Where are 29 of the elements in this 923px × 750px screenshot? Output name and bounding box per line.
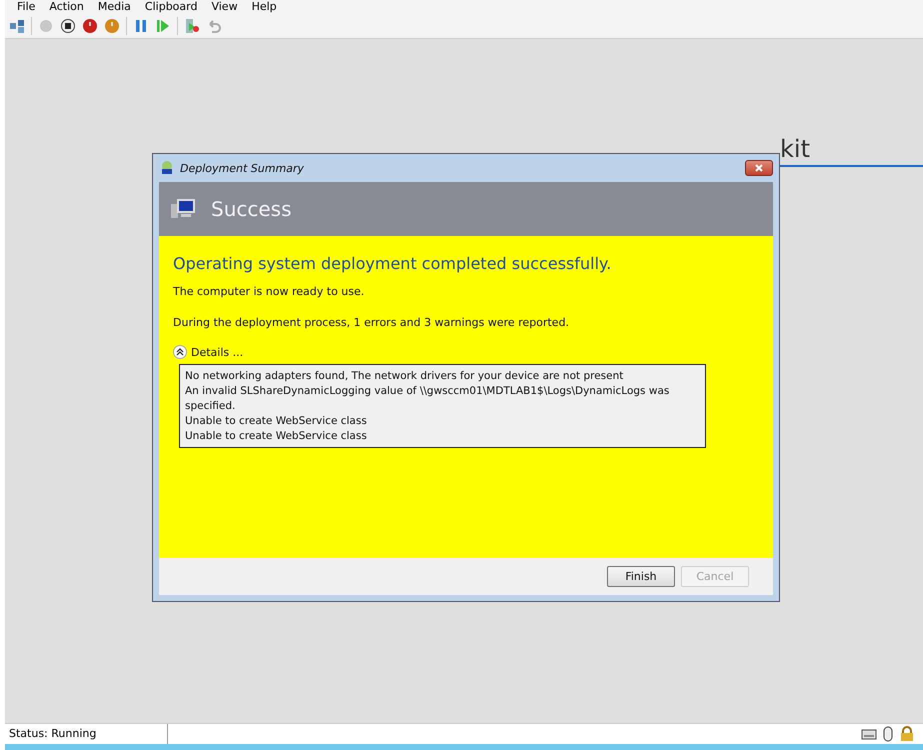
menu-item[interactable]: Help (252, 0, 277, 14)
menu-item[interactable]: View (211, 0, 238, 14)
detail-line: An invalid SLShareDynamicLogging value of \\gwsccm01\MDTLAB1$\Logs\DynamicLogs was specified. (185, 384, 670, 414)
details-toggle[interactable] (173, 345, 187, 359)
message-text: During the deployment process, 1 errors and 3 warnings were reported. (173, 316, 570, 329)
menu-item[interactable]: Media (98, 0, 131, 14)
pause-icon[interactable] (133, 18, 149, 34)
finish-button[interactable]: Finish (607, 566, 675, 587)
menu-item[interactable]: Action (49, 0, 84, 14)
chevron-icon (176, 348, 184, 356)
details-label[interactable]: Details ... (191, 346, 244, 358)
headline: Operating system deployment completed successfully. (173, 254, 612, 273)
network-icon[interactable] (9, 18, 25, 34)
close-button[interactable] (745, 160, 773, 176)
computer-icon (171, 198, 197, 220)
menu-item[interactable]: Clipboard (144, 0, 198, 14)
lock-icon[interactable] (899, 726, 915, 742)
message-text: The computer is now ready to use. (173, 285, 366, 298)
menu-item[interactable]: File (17, 0, 36, 14)
power-icon[interactable] (104, 18, 120, 34)
detail-line: No networking adapters found, The network drivers for your device are not present (185, 369, 624, 384)
close-icon (755, 164, 763, 172)
window-title: Deployment Summary (180, 162, 305, 174)
banner-title: Success (211, 197, 292, 221)
detail-line: Unable to create WebService class (185, 414, 368, 429)
power-icon[interactable] (82, 18, 98, 34)
detail-line: Unable to create WebService class (185, 429, 368, 444)
heading-text: kit (780, 135, 810, 163)
stop-icon[interactable] (60, 18, 76, 34)
